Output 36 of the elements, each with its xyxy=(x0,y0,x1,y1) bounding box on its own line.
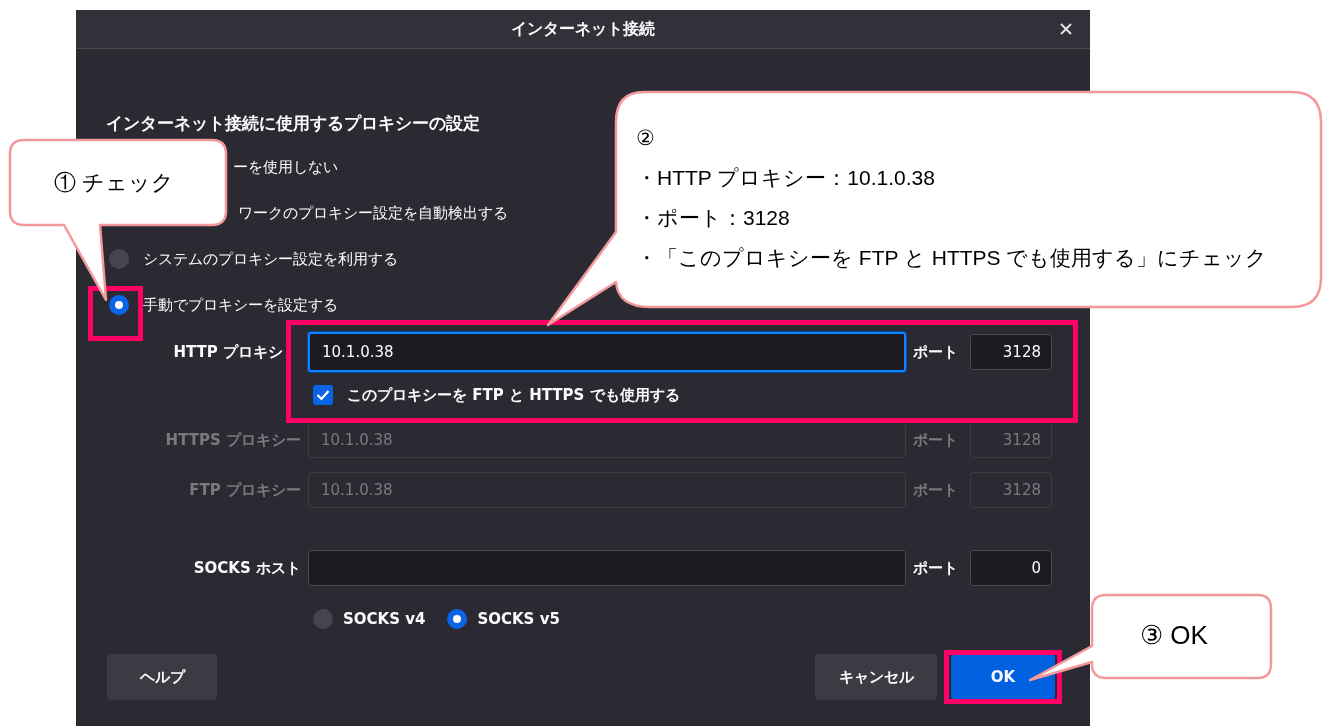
port-field[interactable]: 3128 xyxy=(970,334,1052,370)
window-title: インターネット接続 xyxy=(511,18,655,40)
radio-button[interactable] xyxy=(109,249,129,269)
radio-label[interactable]: SOCKS v4 xyxy=(343,610,426,628)
checkbox-label[interactable]: このプロキシーを FTP と HTTPS でも使用する xyxy=(347,385,680,405)
http-proxy-field[interactable]: 10.1.0.38 xyxy=(308,332,906,372)
radio-button[interactable] xyxy=(447,609,468,629)
radio-label[interactable]: ワークのプロキシー設定を自動検出する xyxy=(238,203,508,223)
callout-text: ・HTTP プロキシー：10.1.0.38 xyxy=(636,165,936,191)
field-label: FTP プロキシー xyxy=(188,480,301,500)
field-label: HTTPS プロキシー xyxy=(164,430,301,450)
radio-label[interactable]: システムのプロキシー設定を利用する xyxy=(143,249,398,269)
close-icon[interactable] xyxy=(1059,22,1073,36)
port-label: ポート xyxy=(913,558,959,578)
radio-label[interactable]: 手動でプロキシーを設定する xyxy=(143,295,338,315)
callout-text: ・「このプロキシーを FTP と HTTPS でも使用する」にチェック xyxy=(636,245,1268,271)
field-label: SOCKS ホスト xyxy=(192,558,301,578)
port-label: ポート xyxy=(913,430,959,450)
radio-button[interactable] xyxy=(313,609,333,629)
port-field[interactable]: 0 xyxy=(970,550,1052,586)
callout-text: ② xyxy=(636,125,656,151)
socks-host-field[interactable] xyxy=(308,550,906,586)
ok-button[interactable]: OK xyxy=(951,654,1055,700)
callout-text: ・ポート：3128 xyxy=(636,205,791,231)
radio-label[interactable]: SOCKS v5 xyxy=(477,610,560,628)
callout-text: ① チェック xyxy=(54,169,175,197)
radio-label[interactable]: ーを使用しない xyxy=(233,157,338,177)
dialog-button[interactable]: キャンセル xyxy=(815,654,937,700)
dialog-button[interactable]: ヘルプ xyxy=(107,654,217,700)
section-heading: インターネット接続に使用するプロキシーの設定 xyxy=(106,112,481,135)
port-label: ポート xyxy=(913,480,959,500)
callout-text: ③ OK xyxy=(1140,620,1208,651)
field-label: HTTP プロキシ xyxy=(172,342,283,362)
checkbox[interactable] xyxy=(313,385,333,405)
radio-button[interactable] xyxy=(109,295,129,315)
port-label: ポート xyxy=(913,342,959,362)
